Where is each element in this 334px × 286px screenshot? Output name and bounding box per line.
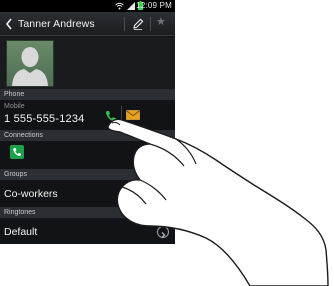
section-header-ringtones: Ringtones xyxy=(0,207,175,218)
phone-number: 1 555-555-1234 xyxy=(4,113,85,125)
call-icon[interactable] xyxy=(104,109,118,123)
status-time: 12:09 PM xyxy=(136,1,172,10)
group-name: Co-workers xyxy=(4,188,58,200)
connections-row[interactable]: ∞ xyxy=(0,141,175,169)
header-divider xyxy=(124,17,125,31)
message-icon[interactable] xyxy=(126,110,140,120)
contact-photo-area xyxy=(0,37,175,89)
link-icon[interactable]: ∞ xyxy=(162,146,169,157)
contact-action-bar: Tanner Andrews ★ xyxy=(0,12,175,36)
section-header-groups: Groups xyxy=(0,169,175,180)
status-bar: 12:09 PM xyxy=(0,0,175,12)
signal-icon xyxy=(127,2,135,10)
handset-glyph xyxy=(13,148,21,157)
contact-name: Tanner Andrews xyxy=(18,18,95,30)
edit-icon[interactable] xyxy=(131,17,145,31)
phone-screen: 12:09 PM Tanner Andrews ★ Phone Mobile 1… xyxy=(0,0,175,244)
header-divider xyxy=(150,17,151,31)
ringtone-name: Default xyxy=(4,226,38,238)
chevron-glyph xyxy=(161,232,166,238)
groups-row[interactable]: Co-workers xyxy=(0,180,175,207)
default-avatar-icon xyxy=(12,47,48,86)
chevron-right-icon[interactable] xyxy=(157,226,169,238)
section-header-phone: Phone xyxy=(0,89,175,100)
phone-type-label: Mobile xyxy=(4,103,25,110)
row-divider xyxy=(121,106,122,124)
wifi-icon xyxy=(115,2,124,10)
contact-photo[interactable] xyxy=(6,40,54,87)
phone-app-icon[interactable] xyxy=(10,145,24,159)
ringtones-row[interactable]: Default xyxy=(0,218,175,244)
star-icon[interactable]: ★ xyxy=(156,15,166,28)
back-arrow-icon[interactable] xyxy=(4,17,14,31)
section-header-connections: Connections xyxy=(0,130,175,141)
phone-number-row[interactable]: Mobile 1 555-555-1234 xyxy=(0,100,175,130)
